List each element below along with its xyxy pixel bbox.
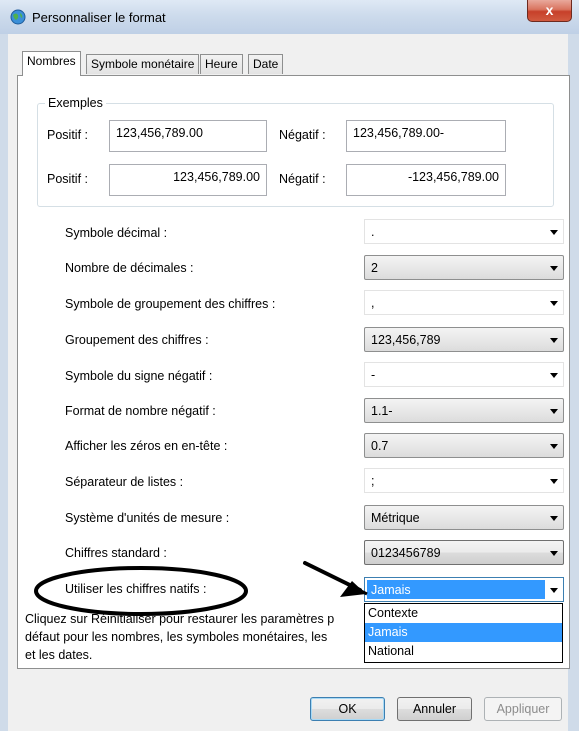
leading-zeros-combo[interactable]: 0.7 — [364, 433, 564, 458]
chevron-down-icon — [550, 516, 558, 521]
decimal-symbol-combo[interactable]: . — [364, 219, 564, 244]
negative-sign-label: Symbole du signe négatif : — [65, 369, 213, 383]
chevron-down-icon — [550, 338, 558, 343]
grouping-symbol-label: Symbole de groupement des chiffres : — [65, 297, 276, 311]
native-digits-label: Utiliser les chiffres natifs : — [65, 582, 207, 596]
standard-digits-value: 0123456789 — [371, 546, 441, 560]
dropdown-option-national[interactable]: National — [365, 642, 562, 661]
digit-grouping-combo[interactable]: 123,456,789 — [364, 327, 564, 352]
negative-format-combo[interactable]: 1.1- — [364, 398, 564, 423]
tab-date[interactable]: Date — [248, 54, 284, 74]
example-positive-value-2: 123,456,789.00 — [109, 164, 267, 196]
chevron-down-icon — [550, 409, 558, 414]
grouping-symbol-combo[interactable]: , — [364, 290, 564, 315]
example-positive-label-2: Positif : — [47, 172, 88, 186]
standard-digits-label: Chiffres standard : — [65, 546, 167, 560]
digit-grouping-value: 123,456,789 — [371, 333, 441, 347]
negative-format-value: 1.1- — [371, 404, 393, 418]
negative-format-label: Format de nombre négatif : — [65, 404, 216, 418]
example-negative-value-2: -123,456,789.00 — [346, 164, 506, 196]
example-negative-label-2: Négatif : — [279, 172, 326, 186]
reset-help-line-3: et les dates. — [25, 648, 93, 662]
example-positive-value: 123,456,789.00 — [109, 120, 267, 152]
tab-symbole-monetaire[interactable]: Symbole monétaire — [86, 54, 200, 74]
negative-sign-combo[interactable]: - — [364, 362, 564, 387]
grouping-symbol-value: , — [371, 296, 375, 310]
dropdown-option-jamais[interactable]: Jamais — [365, 623, 562, 642]
tab-nombres[interactable]: Nombres — [22, 51, 81, 76]
chevron-down-icon — [550, 373, 558, 378]
decimal-symbol-value: . — [371, 225, 375, 239]
list-separator-value: ; — [371, 474, 375, 488]
globe-icon — [10, 9, 26, 25]
chevron-down-icon — [550, 551, 558, 556]
list-separator-label: Séparateur de listes : — [65, 475, 184, 489]
native-digits-dropdown[interactable]: Contexte Jamais National — [364, 603, 563, 663]
decimal-digits-value: 2 — [371, 261, 378, 275]
reset-help-text: Cliquez sur Réinitialiser pour restaurer… — [25, 610, 365, 664]
apply-button[interactable]: Appliquer — [484, 697, 562, 721]
leading-zeros-label: Afficher les zéros en en-tête : — [65, 439, 228, 453]
ok-button[interactable]: OK — [310, 697, 385, 721]
reset-help-line-2: défaut pour les nombres, les symboles mo… — [25, 630, 328, 644]
tab-heure[interactable]: Heure — [200, 54, 243, 74]
cancel-button[interactable]: Annuler — [397, 697, 472, 721]
native-digits-combo[interactable]: Jamais — [364, 577, 564, 602]
list-separator-combo[interactable]: ; — [364, 468, 564, 493]
example-positive-label: Positif : — [47, 128, 88, 142]
chevron-down-icon — [550, 479, 558, 484]
example-negative-label: Négatif : — [279, 128, 326, 142]
measurement-system-value: Métrique — [371, 511, 420, 525]
chevron-down-icon — [550, 266, 558, 271]
window-title: Personnaliser le format — [32, 10, 166, 25]
decimal-digits-combo[interactable]: 2 — [364, 255, 564, 280]
decimal-symbol-label: Symbole décimal : — [65, 226, 168, 240]
examples-group-label: Exemples — [45, 96, 106, 110]
chevron-down-icon — [550, 301, 558, 306]
chevron-down-icon — [550, 588, 558, 593]
close-button[interactable]: x — [527, 0, 572, 22]
digit-grouping-label: Groupement des chiffres : — [65, 333, 209, 347]
leading-zeros-value: 0.7 — [371, 439, 389, 453]
measurement-system-label: Système d'unités de mesure : — [65, 511, 230, 525]
decimal-digits-label: Nombre de décimales : — [65, 261, 194, 275]
negative-sign-value: - — [371, 368, 376, 382]
dropdown-option-contexte[interactable]: Contexte — [365, 604, 562, 623]
chevron-down-icon — [550, 444, 558, 449]
native-digits-value: Jamais — [367, 580, 545, 599]
reset-help-line-1: Cliquez sur Réinitialiser pour restaurer… — [25, 612, 335, 626]
measurement-system-combo[interactable]: Métrique — [364, 505, 564, 530]
chevron-down-icon — [550, 230, 558, 235]
standard-digits-combo[interactable]: 0123456789 — [364, 540, 564, 565]
example-negative-value: 123,456,789.00- — [346, 120, 506, 152]
title-bar[interactable]: Personnaliser le format x — [0, 0, 579, 34]
